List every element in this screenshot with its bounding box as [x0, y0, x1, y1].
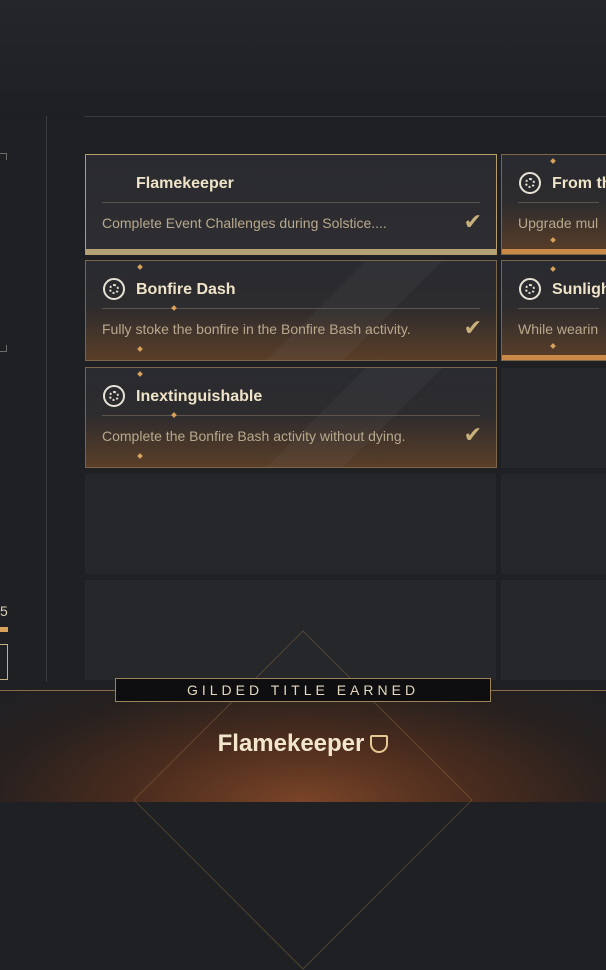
earned-title: Flamekeeper [0, 730, 606, 758]
gilded-title-banner: GILDED TITLE EARNED [115, 678, 491, 702]
triumph-separator [102, 308, 480, 309]
empty-slot [501, 474, 606, 574]
header-background [0, 0, 606, 120]
triumph-card-sunligh[interactable]: Sunligh While wearin [501, 260, 606, 361]
triumph-card-from-th[interactable]: From th Upgrade mul [501, 154, 606, 255]
card-decoration [86, 261, 496, 360]
solstice-emblem-icon [103, 385, 125, 407]
triumph-card-inextinguishable[interactable]: Inextinguishable Complete the Bonfire Ba… [85, 367, 497, 468]
left-panel-divider [46, 116, 47, 682]
triumph-title: Inextinguishable [136, 388, 263, 405]
solstice-emblem-icon [519, 172, 541, 194]
left-panel-count: 5 [0, 603, 8, 619]
header-divider [84, 116, 606, 117]
left-panel-progress-bar [0, 627, 8, 632]
triumph-progress-bar [86, 249, 496, 254]
triumph-separator [102, 202, 480, 203]
triumph-title: Bonfire Dash [136, 281, 236, 298]
solstice-emblem-icon [519, 278, 541, 300]
triumph-description: Complete Event Challenges during Solstic… [102, 215, 387, 231]
triumph-card-bonfire-dash[interactable]: Bonfire Dash Fully stoke the bonfire in … [85, 260, 497, 361]
triumph-card-flamekeeper[interactable]: Flamekeeper Complete Event Challenges du… [85, 154, 497, 255]
triumph-separator [102, 415, 480, 416]
solstice-emblem-icon [103, 278, 125, 300]
checkmark-icon: ✔ [463, 315, 482, 340]
triumph-separator [518, 202, 599, 203]
triumph-description: Fully stoke the bonfire in the Bonfire B… [102, 321, 411, 337]
left-panel-bracket-top [0, 153, 7, 160]
ornament [550, 343, 556, 349]
checkmark-icon: ✔ [463, 422, 482, 447]
left-panel-bracket-bottom [0, 345, 7, 352]
gilded-seal-icon [370, 735, 389, 753]
earned-title-text: Flamekeeper [217, 730, 365, 757]
checkmark-icon: ✔ [463, 209, 482, 234]
empty-slot [501, 368, 606, 468]
left-panel-button[interactable] [0, 644, 8, 680]
triumph-separator [518, 308, 599, 309]
empty-slot [501, 580, 606, 680]
ornament [550, 158, 556, 164]
empty-slot [85, 474, 496, 574]
triumph-description: Upgrade mul [518, 215, 599, 231]
left-panel [0, 116, 46, 684]
triumph-description: Complete the Bonfire Bash activity witho… [102, 428, 406, 444]
triumph-progress-bar [502, 249, 606, 254]
triumph-title: Sunligh [552, 281, 606, 298]
triumph-progress-bar [502, 355, 606, 360]
triumph-description: While wearin [518, 321, 599, 337]
ornament [550, 266, 556, 272]
triumph-title: Flamekeeper [136, 175, 234, 192]
triumph-title: From th [552, 175, 606, 192]
card-decoration [86, 368, 496, 467]
ornament [550, 237, 556, 243]
